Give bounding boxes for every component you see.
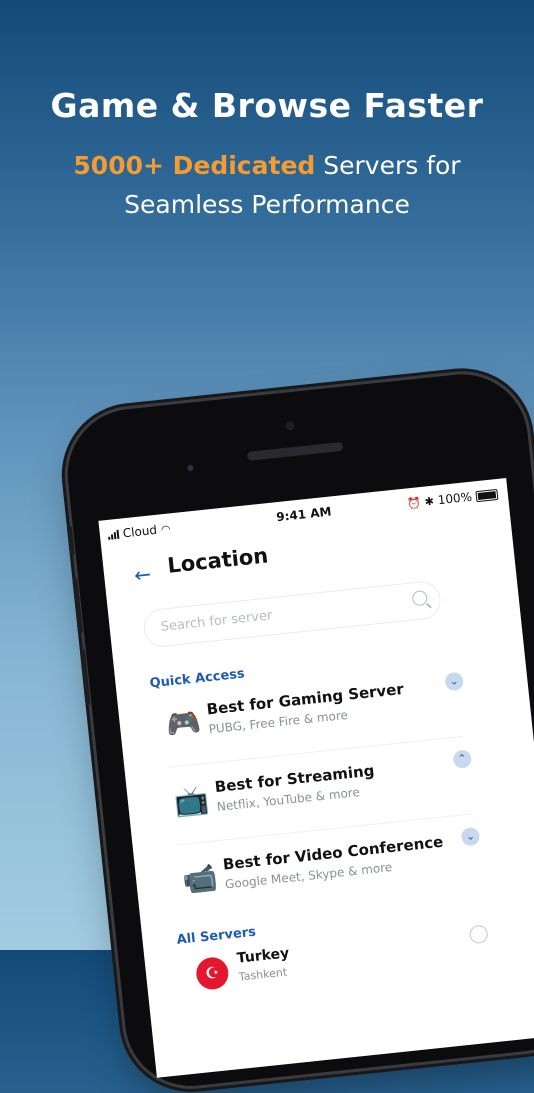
all-servers-heading: All Servers bbox=[175, 924, 257, 948]
server-country: Turkey bbox=[236, 945, 290, 967]
tv-icon: 📺 bbox=[172, 782, 211, 820]
battery-percent: 100% bbox=[437, 489, 473, 508]
hero-sub-text-2: Seamless Performance bbox=[124, 190, 410, 219]
hero-subline: 5000+ Dedicated Servers for Seamless Per… bbox=[0, 146, 534, 224]
gamepad-icon: 🎮 bbox=[164, 705, 203, 742]
battery-icon bbox=[475, 488, 499, 502]
quick-access-item-streaming[interactable]: 📺 Best for Streaming Netflix, YouTube & … bbox=[166, 746, 473, 839]
server-radio[interactable] bbox=[468, 924, 489, 945]
bluetooth-icon: ✱ bbox=[423, 494, 435, 509]
status-right: ⏰ ✱ 100% bbox=[406, 487, 499, 510]
quick-access-heading: Quick Access bbox=[148, 666, 246, 692]
hero-sub-text-1: Servers for bbox=[315, 151, 461, 180]
hero-headline: Game & Browse Faster bbox=[50, 86, 484, 125]
back-arrow-icon[interactable]: ← bbox=[133, 562, 152, 588]
video-camera-icon: 📹 bbox=[180, 860, 219, 897]
server-city: Tashkent bbox=[238, 965, 288, 984]
phone-screen: Cloud ◠ 9:41 AM ⏰ ✱ 100% ← Location Sear… bbox=[98, 477, 534, 1078]
page-title: Location bbox=[166, 543, 270, 578]
turkey-flag-icon: ☪ bbox=[194, 955, 230, 991]
hero-sub-highlight: 5000+ Dedicated bbox=[73, 151, 316, 180]
phone-mockup: Cloud ◠ 9:41 AM ⏰ ✱ 100% ← Location Sear… bbox=[61, 367, 534, 1093]
quick-access-item-video-conference[interactable]: 📹 Best for Video Conference Google Meet,… bbox=[174, 823, 481, 916]
alarm-icon: ⏰ bbox=[406, 495, 422, 510]
search-icon[interactable] bbox=[411, 589, 428, 607]
chevron-down-icon[interactable]: ⌄ bbox=[444, 671, 465, 692]
chevron-down-icon[interactable]: ⌄ bbox=[460, 826, 481, 847]
chevron-up-icon[interactable]: ⌃ bbox=[452, 749, 473, 769]
search-placeholder: Search for server bbox=[160, 608, 274, 635]
